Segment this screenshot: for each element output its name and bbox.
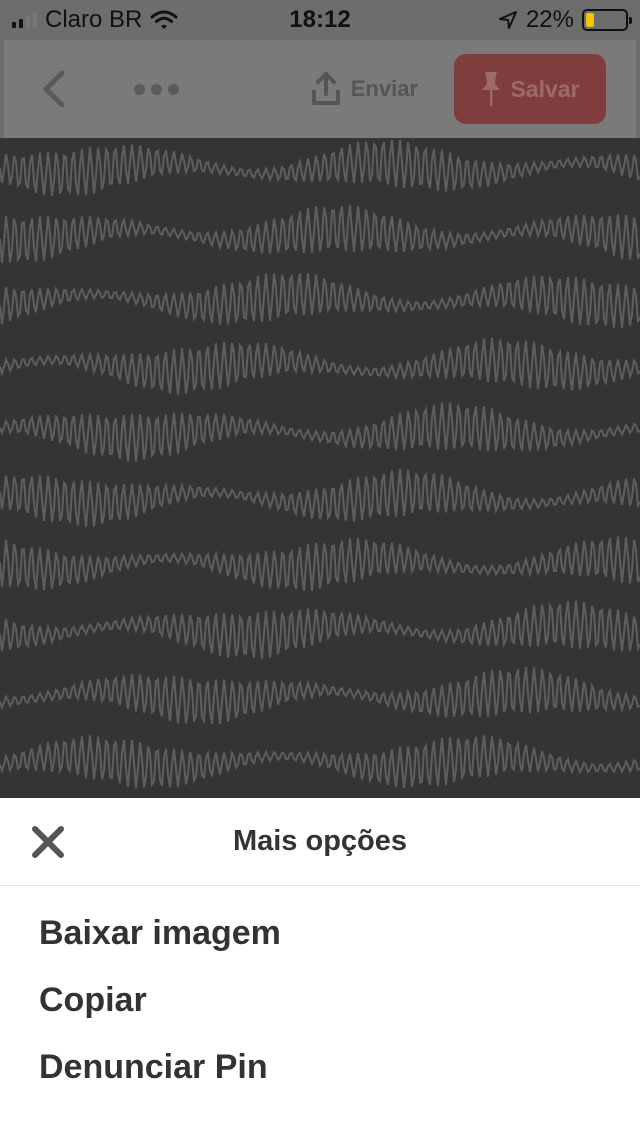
wave-line <box>0 402 640 462</box>
close-x-icon[interactable] <box>30 824 66 860</box>
ellipsis-icon <box>134 83 145 95</box>
options-menu: Baixar imagem Copiar Denunciar Pin <box>0 886 640 1111</box>
battery-percent: 22% <box>525 6 574 33</box>
save-button[interactable]: Salvar <box>454 54 606 124</box>
status-left: Claro BR <box>12 6 178 34</box>
menu-item-copy[interactable]: Copiar <box>39 977 640 1044</box>
pin-icon <box>482 72 501 106</box>
status-right: 22% <box>498 6 632 34</box>
sheet-header: Mais opções <box>0 798 640 886</box>
pin-image[interactable] <box>0 138 640 798</box>
wave-line <box>0 735 640 789</box>
save-label: Salvar <box>510 75 580 102</box>
share-upload-icon <box>311 72 340 105</box>
signal-icon <box>12 12 37 28</box>
menu-item-report-pin[interactable]: Denunciar Pin <box>39 1044 640 1111</box>
back-button[interactable] <box>34 69 74 109</box>
carrier-label: Claro BR <box>45 6 143 33</box>
more-button[interactable] <box>134 83 179 95</box>
wave-line <box>0 139 640 196</box>
wave-pattern <box>0 139 640 789</box>
sheet-title: Mais opções <box>232 825 408 857</box>
status-bar: Claro BR 18:12 22% <box>0 0 640 40</box>
wave-line <box>0 666 640 725</box>
wifi-icon <box>150 10 178 29</box>
send-label: Enviar <box>350 76 418 101</box>
chevron-left-icon <box>43 70 65 108</box>
more-options-sheet: Mais opções Baixar imagem Copiar Denunci… <box>0 798 640 1136</box>
wave-line <box>0 272 640 328</box>
wave-line <box>0 337 640 395</box>
battery-level-fill <box>586 13 595 27</box>
screen: Claro BR 18:12 22% Enviar Salvar Mais op… <box>0 0 640 1136</box>
location-arrow-icon <box>498 11 517 29</box>
wave-line <box>0 205 640 263</box>
send-button[interactable]: Enviar <box>311 72 418 106</box>
battery-icon <box>582 9 632 31</box>
wave-line <box>0 536 640 591</box>
wave-line <box>0 600 640 659</box>
wave-line <box>0 468 640 528</box>
menu-item-download-image[interactable]: Baixar imagem <box>39 910 640 977</box>
top-nav: Enviar Salvar <box>4 40 636 138</box>
